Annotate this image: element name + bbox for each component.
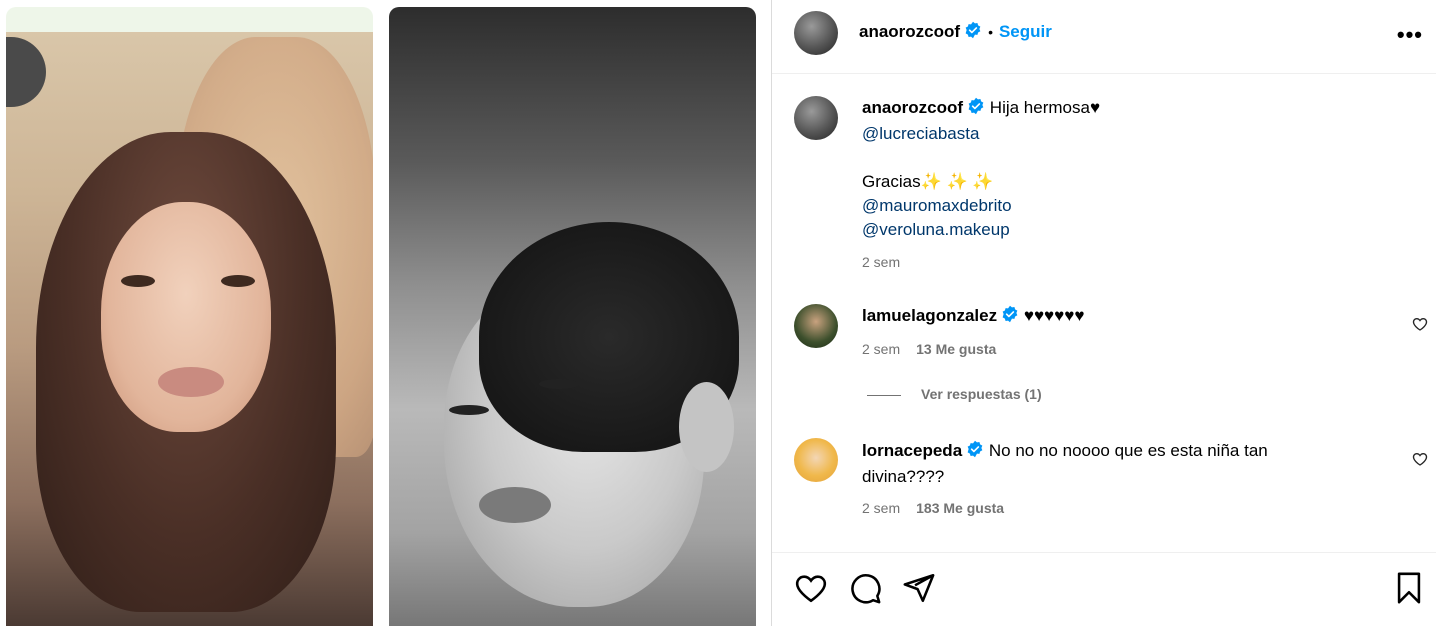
comment: lornacepeda No no no noooo que es esta n…	[862, 439, 1332, 516]
portrait-eye-right	[221, 275, 255, 287]
comment-meta: 2 sem 13 Me gusta	[862, 341, 1382, 357]
portrait-eye-left	[121, 275, 155, 287]
caption-username[interactable]: anaorozcoof	[862, 98, 963, 117]
verified-badge-icon	[1001, 305, 1019, 330]
portrait-face	[101, 202, 271, 432]
comment-text: ♥♥♥♥♥♥	[1023, 306, 1085, 325]
comment-timestamp[interactable]: 2 sem	[862, 500, 900, 516]
owner-username[interactable]: anaorozcoof	[859, 22, 960, 41]
post-header: anaorozcoof • Seguir •••	[772, 0, 1436, 74]
portrait-ear-bw	[679, 382, 734, 472]
portrait-lips	[158, 367, 224, 397]
comment-username[interactable]: lornacepeda	[862, 441, 962, 460]
save-bookmark-icon[interactable]	[1394, 571, 1424, 610]
like-comment-heart-icon[interactable]	[1412, 316, 1428, 337]
share-paper-plane-icon[interactable]	[902, 571, 936, 610]
post-actions	[772, 552, 1436, 626]
comment-timestamp[interactable]: 2 sem	[862, 341, 900, 357]
portrait-lips-bw	[479, 487, 551, 523]
like-comment-heart-icon[interactable]	[1412, 451, 1428, 472]
post-media	[0, 0, 771, 626]
verified-badge-icon	[966, 440, 984, 465]
portrait-eye-bw-right	[539, 379, 579, 389]
verified-badge-icon	[964, 21, 982, 44]
view-replies-button[interactable]: Ver respuestas (1)	[867, 386, 1042, 402]
caption: anaorozcoof Hija hermosa♥ @lucreciabasta…	[862, 96, 1402, 270]
comment-likes[interactable]: 183 Me gusta	[916, 500, 1004, 516]
portrait-eye-bw-left	[449, 405, 489, 415]
comment-username[interactable]: lamuelagonzalez	[862, 306, 997, 325]
more-horizontal-icon[interactable]: •••	[1397, 22, 1423, 48]
mention-link[interactable]: @mauromaxdebrito	[862, 194, 1402, 218]
background-stone	[6, 37, 46, 107]
caption-thanks: Gracias✨ ✨ ✨	[862, 172, 994, 191]
comment-bubble-icon[interactable]	[848, 571, 882, 610]
mention-link[interactable]: @lucreciabasta	[862, 122, 1402, 146]
caption-avatar[interactable]	[794, 96, 838, 140]
comment-avatar[interactable]	[794, 438, 838, 482]
verified-badge-icon	[967, 97, 985, 122]
comment-meta: 2 sem 183 Me gusta	[862, 500, 1332, 516]
photo-right[interactable]	[389, 7, 756, 626]
avatar[interactable]	[794, 11, 838, 55]
like-heart-icon[interactable]	[794, 571, 828, 610]
separator-dot: •	[988, 24, 993, 40]
view-replies-label: Ver respuestas (1)	[921, 386, 1042, 402]
caption-timestamp[interactable]: 2 sem	[862, 254, 1402, 270]
photo-left[interactable]	[6, 7, 373, 626]
post-side-panel: anaorozcoof • Seguir ••• anaorozcoof Hija …	[771, 0, 1436, 626]
replies-divider	[867, 394, 901, 396]
comment-likes[interactable]: 13 Me gusta	[916, 341, 996, 357]
comment: lamuelagonzalez ♥♥♥♥♥♥ 2 sem 13 Me gusta	[862, 304, 1382, 357]
comment-avatar[interactable]	[794, 304, 838, 348]
mention-link[interactable]: @veroluna.makeup	[862, 218, 1402, 242]
caption-text: Hija hermosa♥	[989, 98, 1101, 117]
owner-line: anaorozcoof • Seguir	[859, 21, 1052, 44]
follow-button[interactable]: Seguir	[999, 22, 1052, 41]
